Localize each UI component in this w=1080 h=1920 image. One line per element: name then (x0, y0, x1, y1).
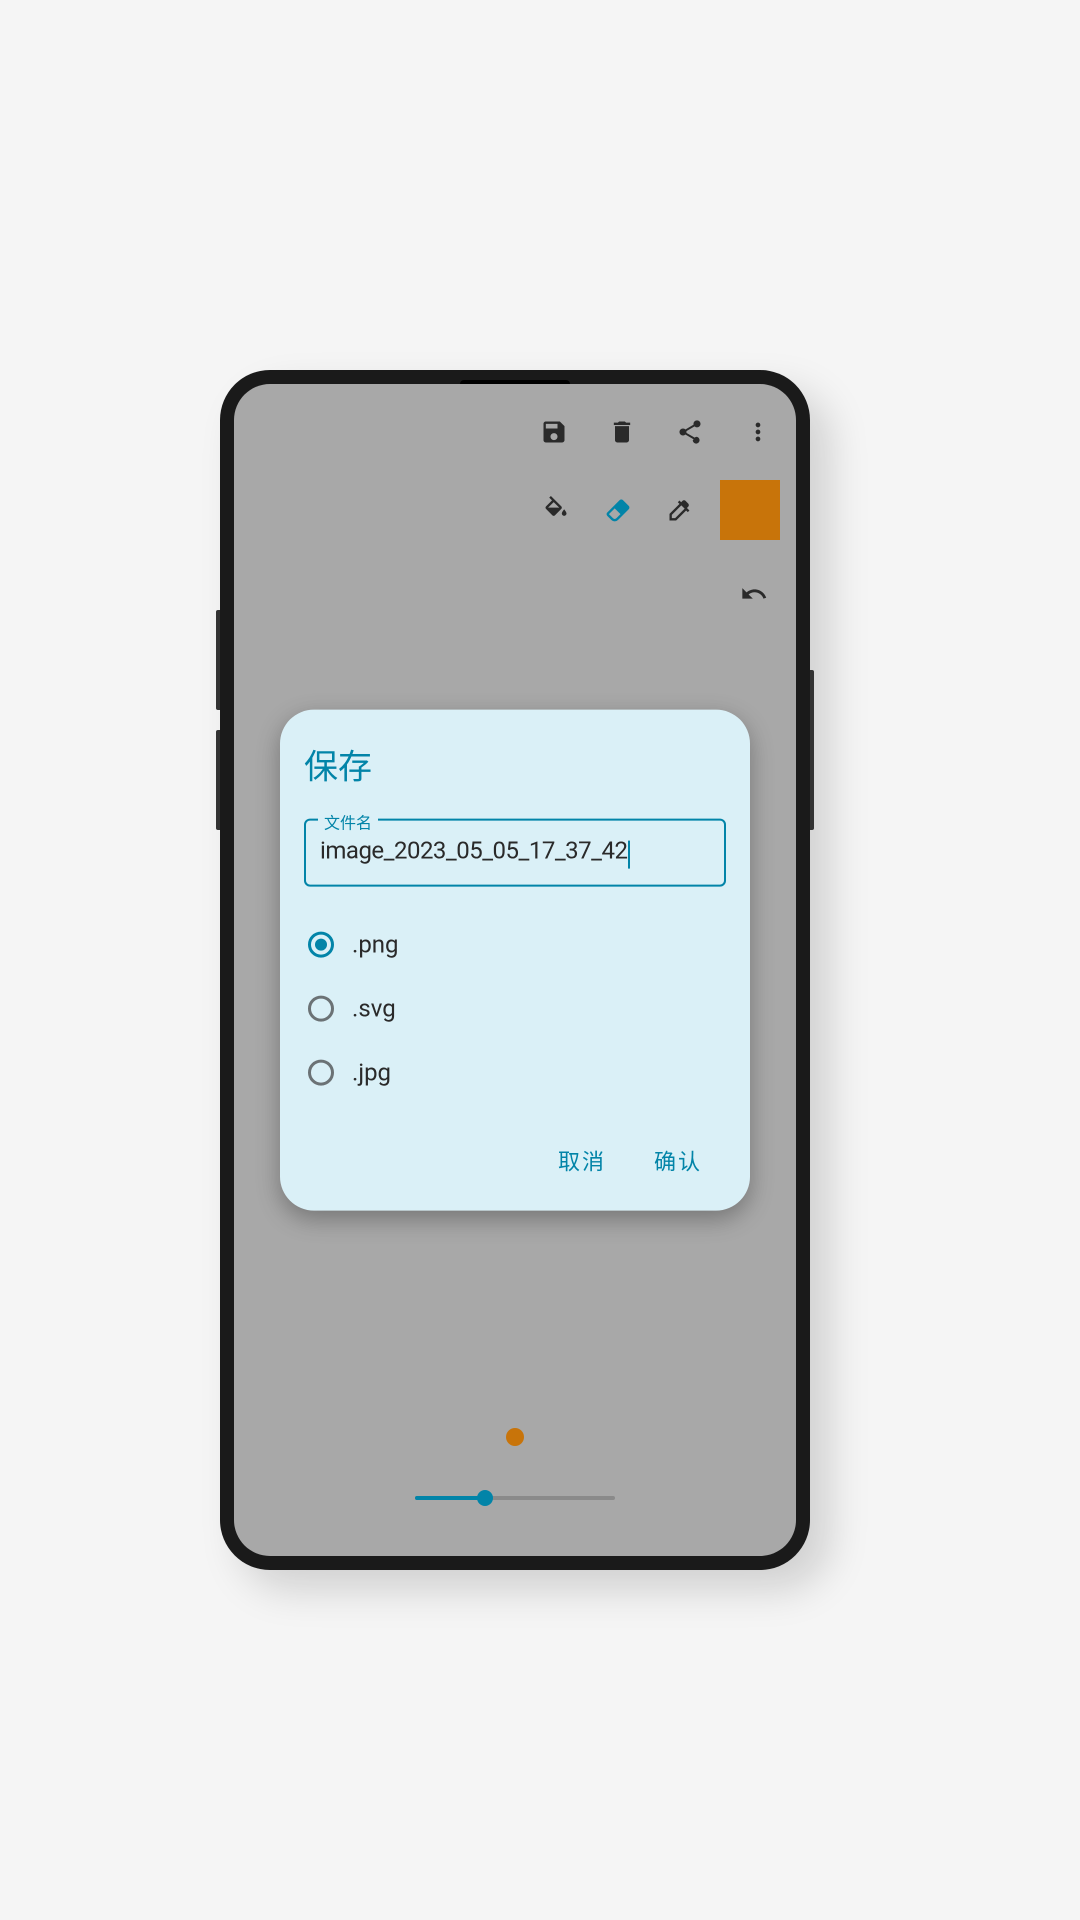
share-icon (676, 418, 704, 446)
format-option-png[interactable]: .png (304, 912, 726, 976)
dialog-actions: 取消 确认 (304, 1144, 726, 1186)
slider-fill (415, 1496, 485, 1500)
eraser-button[interactable] (596, 488, 640, 532)
dialog-title: 保存 (304, 740, 726, 789)
eyedropper-icon (666, 496, 694, 524)
slider-thumb[interactable] (477, 1490, 493, 1506)
eraser-icon (604, 496, 632, 524)
delete-button[interactable] (600, 410, 644, 454)
paint-bucket-button[interactable] (534, 488, 578, 532)
format-option-svg[interactable]: .svg (304, 976, 726, 1040)
brush-preview-dot (506, 1428, 524, 1446)
radio-label: .png (352, 930, 399, 958)
more-button[interactable] (736, 410, 780, 454)
radio-icon (308, 1059, 334, 1085)
cancel-button[interactable]: 取消 (558, 1144, 606, 1176)
phone-frame: 保存 文件名 image_2023_05_05_17_37_42 .png .s… (220, 370, 810, 1570)
filename-field[interactable]: 文件名 image_2023_05_05_17_37_42 (304, 819, 726, 887)
radio-icon (308, 995, 334, 1021)
paint-bucket-icon (542, 496, 570, 524)
radio-icon (308, 931, 334, 957)
undo-button[interactable] (732, 572, 776, 616)
format-radio-group: .png .svg .jpg (304, 912, 726, 1104)
brush-size-slider[interactable] (415, 1496, 615, 1500)
confirm-button[interactable]: 确认 (654, 1144, 702, 1176)
volume-up-button (216, 610, 220, 710)
power-button (810, 670, 814, 830)
filename-input[interactable]: image_2023_05_05_17_37_42 (320, 837, 627, 865)
volume-down-button (216, 730, 220, 830)
save-icon (540, 418, 568, 446)
app-screen: 保存 文件名 image_2023_05_05_17_37_42 .png .s… (234, 384, 796, 1556)
save-dialog: 保存 文件名 image_2023_05_05_17_37_42 .png .s… (280, 710, 750, 1211)
more-vert-icon (744, 418, 772, 446)
text-cursor (628, 840, 630, 868)
action-bar (532, 410, 780, 454)
tool-bar (534, 480, 780, 540)
radio-label: .svg (352, 994, 396, 1022)
color-swatch[interactable] (720, 480, 780, 540)
share-button[interactable] (668, 410, 712, 454)
undo-icon (740, 580, 768, 608)
format-option-jpg[interactable]: .jpg (304, 1040, 726, 1104)
save-button[interactable] (532, 410, 576, 454)
filename-legend: 文件名 (318, 810, 378, 834)
trash-icon (608, 418, 636, 446)
radio-label: .jpg (352, 1058, 391, 1086)
eyedropper-button[interactable] (658, 488, 702, 532)
